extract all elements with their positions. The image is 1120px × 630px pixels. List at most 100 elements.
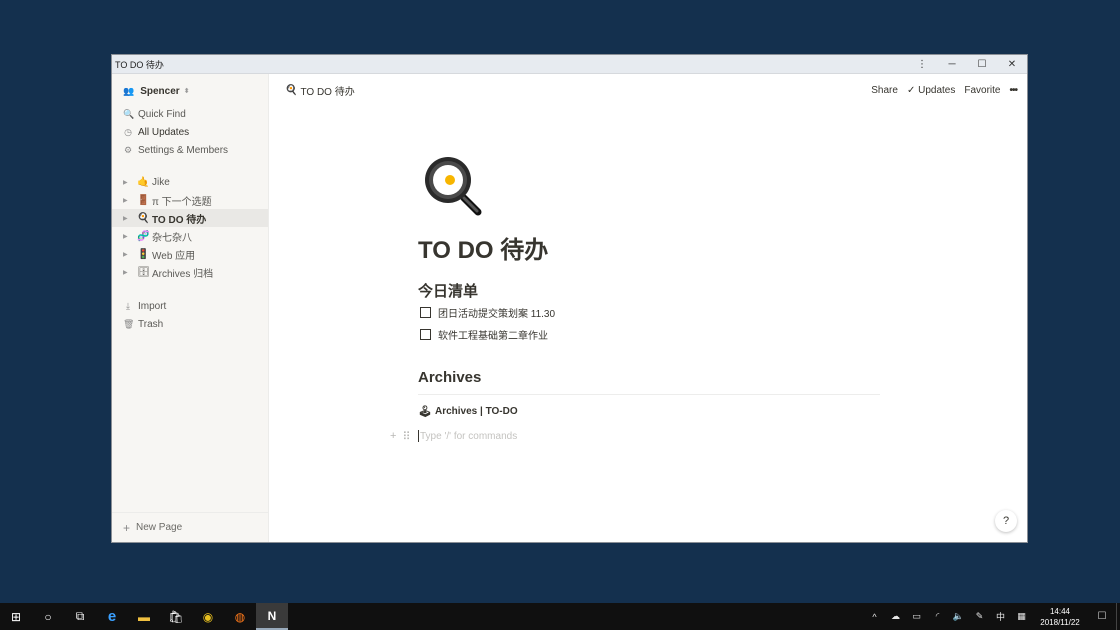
todo-checkbox[interactable]: [420, 307, 431, 318]
drag-handle-icon[interactable]: ⠿: [402, 430, 410, 443]
sidebar-page-archives[interactable]: ▶ 🗄 Archives 归档: [112, 263, 268, 281]
page-label: Jike: [152, 176, 170, 188]
check-icon: ✓: [906, 84, 916, 96]
minimize-icon[interactable]: ─: [937, 55, 967, 74]
edge-app[interactable]: e: [96, 603, 128, 630]
clock-time: 14:44: [1049, 606, 1071, 616]
section-heading-archives[interactable]: Archives: [418, 369, 880, 395]
sidebar-item-label: Quick Find: [138, 108, 186, 120]
clock-icon: ◷: [124, 126, 132, 137]
todo-item[interactable]: 团日活动提交策划案 11.30: [418, 302, 880, 323]
dna-emoji-icon: 🧬: [137, 230, 150, 242]
todo-text[interactable]: 团日活动提交策划案 11.30: [438, 305, 555, 320]
page-title[interactable]: TO DO 待办: [418, 230, 880, 265]
file-explorer-app[interactable]: ▬: [128, 603, 160, 630]
notion-window: TO DO 待办 ⋮ ─ ☐ ✕ 👥 Spencer ⬍ 🔍 Quick Fin…: [111, 54, 1028, 543]
new-page-label: New Page: [136, 522, 183, 533]
chevron-updown-icon: ⬍: [183, 88, 190, 95]
maximize-icon[interactable]: ☐: [967, 55, 997, 74]
sidebar-page-misc[interactable]: ▶ 🧬 杂七杂八: [112, 227, 268, 245]
start-button[interactable]: ⊞: [0, 603, 32, 630]
volume-icon[interactable]: 🔈: [948, 603, 969, 630]
expand-triangle-icon[interactable]: ▶: [123, 269, 137, 276]
sidebar-bottom-links: ⤓ Import 🗑 Trash: [112, 297, 268, 333]
battery-icon[interactable]: ▭: [906, 603, 927, 630]
clock-date: 2018/11/22: [1040, 617, 1080, 627]
close-icon[interactable]: ✕: [997, 55, 1027, 74]
new-page-button[interactable]: + New Page: [112, 512, 268, 542]
todo-text[interactable]: 软件工程基础第二章作业: [438, 327, 548, 342]
expand-triangle-icon[interactable]: ▶: [123, 251, 137, 258]
task-view-button[interactable]: ⧉: [64, 603, 96, 630]
page-label: 杂七杂八: [152, 232, 192, 244]
window-titlebar[interactable]: TO DO 待办 ⋮ ─ ☐ ✕: [112, 55, 1027, 74]
subpage-link-archives[interactable]: 🕹 Archives | TO-DO: [418, 402, 880, 420]
sidebar-page-jike[interactable]: ▶ 🤙 Jike: [112, 173, 268, 191]
sidebar-item-trash[interactable]: 🗑 Trash: [112, 315, 268, 333]
expand-triangle-icon[interactable]: ▶: [123, 233, 137, 240]
updates-button[interactable]: ✓ Updates: [907, 85, 955, 96]
keyboard-icon[interactable]: ▦: [1011, 603, 1032, 630]
chrome-app[interactable]: ◉: [192, 603, 224, 630]
firefox-app[interactable]: ◍: [224, 603, 256, 630]
windows-taskbar: ⊞ ○ ⧉ e ▬ 🛍 ◉ ◍ N ^ ☁ ▭ ◜ 🔈 ✎ 中 ▦ 14:44 …: [0, 603, 1120, 630]
breadcrumb[interactable]: 🍳 TO DO 待办: [285, 83, 871, 98]
frying-pan-emoji-icon: 🍳: [137, 212, 150, 224]
todo-checkbox[interactable]: [420, 329, 431, 340]
frying-pan-page-icon[interactable]: [420, 154, 484, 218]
system-tray: ^ ☁ ▭ ◜ 🔈 ✎ 中 ▦ 14:44 2018/11/22 ☐: [864, 603, 1120, 630]
empty-block[interactable]: + ⠿ Type '/' for commands: [390, 427, 880, 445]
taskbar-clock[interactable]: 14:44 2018/11/22: [1032, 606, 1088, 628]
window-title: TO DO 待办: [115, 59, 164, 70]
help-button[interactable]: ?: [995, 510, 1017, 532]
window-menu-icon[interactable]: ⋮: [907, 55, 937, 74]
sidebar: 👥 Spencer ⬍ 🔍 Quick Find ◷ All Updates ⚙…: [112, 74, 269, 542]
plus-icon: +: [123, 520, 131, 535]
cortana-button[interactable]: ○: [32, 603, 64, 630]
more-options-icon[interactable]: •••: [1009, 85, 1017, 96]
sidebar-item-label: All Updates: [138, 126, 190, 138]
text-caret: [418, 430, 419, 442]
breadcrumb-label: TO DO 待办: [300, 86, 355, 98]
notification-icon[interactable]: ☐: [1088, 603, 1116, 630]
trash-icon: 🗑: [123, 318, 135, 329]
notion-app[interactable]: N: [256, 603, 288, 630]
page-body: TO DO 待办 今日清单 团日活动提交策划案 11.30 软件工程基础第二章作…: [390, 154, 880, 445]
share-button[interactable]: Share: [871, 85, 898, 96]
workspace-switcher[interactable]: 👥 Spencer ⬍: [112, 82, 268, 100]
tray-expand-icon[interactable]: ^: [864, 603, 885, 630]
block-placeholder[interactable]: Type '/' for commands: [420, 431, 517, 442]
page-label: Archives 归档: [152, 268, 214, 280]
expand-triangle-icon[interactable]: ▶: [123, 179, 137, 186]
pen-icon[interactable]: ✎: [969, 603, 990, 630]
sidebar-page-web-apps[interactable]: ▶ 🚦 Web 应用: [112, 245, 268, 263]
sidebar-item-settings[interactable]: ⚙ Settings & Members: [112, 141, 268, 159]
section-heading-today[interactable]: 今日清单: [418, 280, 880, 301]
sidebar-item-import[interactable]: ⤓ Import: [112, 297, 268, 315]
sidebar-item-all-updates[interactable]: ◷ All Updates: [112, 123, 268, 141]
expand-triangle-icon[interactable]: ▶: [123, 215, 137, 222]
main-content: 🍳 TO DO 待办 Share ✓ Updates Favorite •••: [269, 74, 1027, 542]
store-app[interactable]: 🛍: [160, 603, 192, 630]
plus-icon[interactable]: +: [390, 430, 396, 443]
taskbar-apps: ⊞ ○ ⧉ e ▬ 🛍 ◉ ◍ N: [0, 603, 288, 630]
sidebar-item-label: Trash: [138, 318, 164, 330]
page-label: π 下一个选题: [152, 196, 212, 208]
expand-triangle-icon[interactable]: ▶: [123, 197, 137, 204]
page-topbar: 🍳 TO DO 待办 Share ✓ Updates Favorite •••: [269, 74, 1027, 106]
wifi-icon[interactable]: ◜: [927, 603, 948, 630]
search-icon: 🔍: [123, 108, 135, 119]
updates-label: Updates: [918, 84, 956, 96]
show-desktop-button[interactable]: [1116, 603, 1120, 630]
sidebar-nav: 🔍 Quick Find ◷ All Updates ⚙ Settings & …: [112, 105, 268, 159]
sidebar-item-quick-find[interactable]: 🔍 Quick Find: [112, 105, 268, 123]
sidebar-page-todo[interactable]: ▶ 🍳 TO DO 待办: [112, 209, 268, 227]
todo-item[interactable]: 软件工程基础第二章作业: [418, 324, 880, 345]
sidebar-page-next-topic[interactable]: ▶ 🚪 π 下一个选题: [112, 191, 268, 209]
gear-icon: ⚙: [123, 144, 133, 155]
favorite-button[interactable]: Favorite: [964, 85, 1000, 96]
import-icon: ⤓: [126, 300, 130, 311]
ime-icon[interactable]: 中: [990, 603, 1011, 630]
onedrive-icon[interactable]: ☁: [885, 603, 906, 630]
top-actions: Share ✓ Updates Favorite •••: [871, 85, 1018, 96]
